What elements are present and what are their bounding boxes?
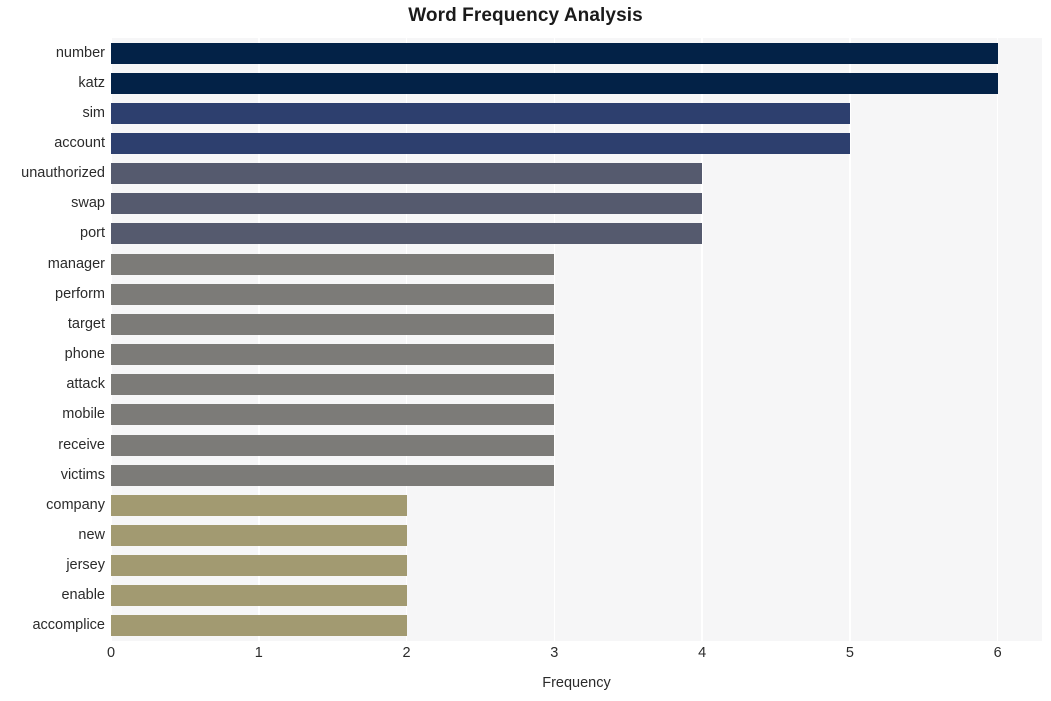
- bar-enable[interactable]: [111, 585, 407, 607]
- x-axis-title: Frequency: [542, 675, 611, 691]
- gridline-x-5: [849, 38, 851, 641]
- y-tick-label-company: company: [46, 496, 105, 513]
- gridline-x-2: [405, 38, 408, 641]
- bar-receive[interactable]: [111, 434, 555, 456]
- y-tick-label-unauthorized: unauthorized: [21, 165, 105, 182]
- bar-manager[interactable]: [111, 253, 555, 275]
- y-tick-label-perform: perform: [55, 285, 105, 302]
- gridline-x-6: [996, 38, 999, 641]
- y-tick-label-port: port: [80, 225, 105, 242]
- bar-attack[interactable]: [111, 374, 555, 396]
- y-tick-label-phone: phone: [64, 346, 105, 363]
- bar-victims[interactable]: [111, 464, 555, 486]
- gridline-x-4: [701, 38, 703, 641]
- bar-jersey[interactable]: [111, 555, 407, 577]
- x-tick-label-1: 1: [254, 645, 263, 661]
- bar-sim[interactable]: [111, 102, 850, 124]
- y-axis-tick-labels: number katz sim account unauthorized swap port…: [0, 38, 105, 641]
- chart-title: Word Frequency Analysis: [408, 5, 643, 26]
- bar-swap[interactable]: [111, 193, 703, 215]
- x-tick-label-2: 2: [402, 645, 411, 661]
- gridline-x-0: [111, 38, 112, 641]
- y-tick-label-receive: receive: [58, 436, 105, 453]
- plot-area: [111, 38, 1042, 641]
- bar-target[interactable]: [111, 313, 555, 335]
- bar-katz[interactable]: [111, 72, 998, 94]
- gridline-x-3: [553, 38, 556, 641]
- bar-account[interactable]: [111, 133, 850, 155]
- bar-number[interactable]: [111, 42, 998, 64]
- bar-company[interactable]: [111, 494, 407, 516]
- y-tick-label-accomplice: accomplice: [32, 617, 105, 634]
- gridline-x-1: [257, 38, 260, 641]
- y-tick-label-target: target: [67, 315, 105, 332]
- y-tick-label-jersey: jersey: [66, 557, 105, 574]
- bar-perform[interactable]: [111, 283, 555, 305]
- x-tick-label-6: 6: [993, 645, 1002, 661]
- x-tick-label-0: 0: [106, 645, 116, 661]
- y-tick-label-swap: swap: [71, 195, 105, 212]
- x-tick-label-4: 4: [698, 645, 707, 661]
- y-tick-label-victims: victims: [60, 466, 105, 483]
- y-tick-label-katz: katz: [78, 74, 105, 91]
- y-tick-label-mobile: mobile: [62, 406, 105, 423]
- y-tick-label-account: account: [54, 135, 105, 152]
- x-axis-tick-labels: 0 1 2 3 4 5 6: [0, 645, 1051, 669]
- y-tick-label-enable: enable: [61, 587, 105, 604]
- bar-mobile[interactable]: [111, 404, 555, 426]
- bar-port[interactable]: [111, 223, 703, 245]
- bar-unauthorized[interactable]: [111, 163, 703, 185]
- chart-figure: Word Frequency Analysis number katz sim acc…: [0, 0, 1051, 701]
- y-tick-label-sim: sim: [82, 104, 105, 121]
- y-tick-label-number: number: [55, 44, 105, 61]
- bar-phone[interactable]: [111, 344, 555, 366]
- x-tick-label-5: 5: [845, 645, 854, 661]
- y-tick-label-attack: attack: [66, 376, 105, 393]
- y-tick-label-manager: manager: [47, 255, 105, 272]
- y-tick-label-new: new: [78, 526, 105, 543]
- bar-accomplice[interactable]: [111, 615, 407, 637]
- x-tick-label-3: 3: [550, 645, 559, 661]
- bar-new[interactable]: [111, 524, 407, 546]
